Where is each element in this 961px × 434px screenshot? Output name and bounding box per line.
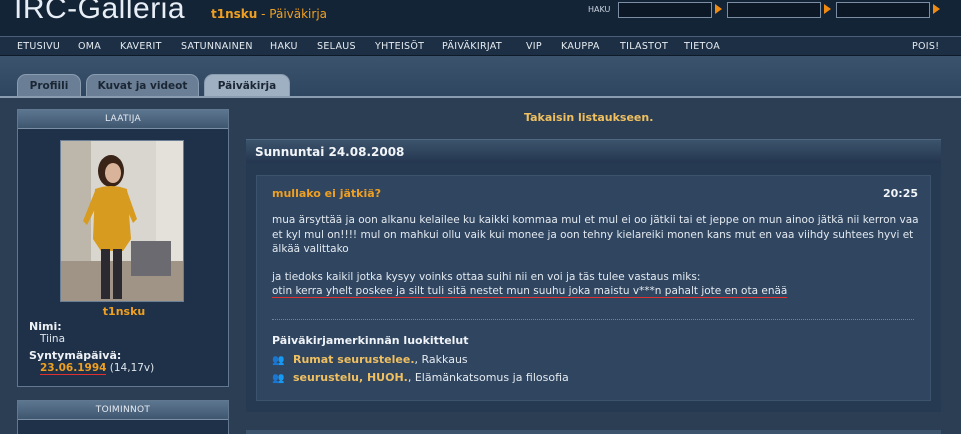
- category-row-2: 👥 seurustelu, HUOH., Elämänkatsomus ja fi…: [272, 371, 569, 384]
- search-input-2[interactable]: [727, 2, 821, 18]
- entry-divider: [272, 319, 914, 320]
- nav-item-oma[interactable]: OMA: [78, 41, 101, 52]
- tab-kuvat-ja-videot[interactable]: Kuvat ja videot: [86, 74, 199, 96]
- people-icon: 👥: [272, 355, 285, 366]
- category-rest-2: , Elämänkatsomus ja filosofia: [407, 371, 569, 384]
- author-box-title: LAATIJA: [18, 110, 228, 129]
- nav-item-kaverit[interactable]: KAVERIT: [120, 41, 162, 52]
- main-nav: ETUSIVU OMA KAVERIT SATUNNAINEN HAKU SEL…: [0, 36, 961, 56]
- tab-paivakirja[interactable]: Päiväkirja: [204, 74, 290, 96]
- category-rest-1: , Rakkaus: [414, 353, 468, 366]
- category-row-1: 👥 Rumat seurustelee., Rakkaus: [272, 353, 468, 366]
- next-section-edge: [246, 430, 941, 434]
- search-input-3[interactable]: [836, 2, 930, 18]
- nav-item-selaus[interactable]: SELAUS: [317, 41, 356, 52]
- search-input-1[interactable]: [618, 2, 712, 18]
- entry-paragraph-1: mua ärsyttää ja oon alkanu kelailee ku k…: [272, 214, 919, 255]
- back-to-list-link[interactable]: Takaisin listaukseen.: [524, 111, 653, 124]
- entry-date-header: Sunnuntai 24.08.2008: [246, 139, 941, 163]
- categories-title: Päiväkirjamerkinnän luokittelut: [272, 334, 469, 347]
- name-label: Nimi:: [29, 320, 62, 333]
- profile-photo-image: [61, 141, 183, 301]
- profile-nickname[interactable]: t1nsku: [18, 305, 230, 318]
- category-link-2[interactable]: seurustelu, HUOH.: [293, 371, 408, 384]
- entry-time: 20:25: [882, 187, 918, 200]
- breadcrumb-section: Päiväkirja: [269, 7, 328, 21]
- people-icon: 👥: [272, 373, 285, 384]
- entry-wrapper: mullako ei jätkiä? 20:25 mua ärsyttää ja…: [246, 163, 941, 412]
- nav-item-satunnainen[interactable]: SATUNNAINEN: [181, 41, 253, 52]
- nav-item-tilastot[interactable]: TILASTOT: [620, 41, 668, 52]
- tab-underline: [0, 96, 961, 98]
- nav-item-paivakirjat[interactable]: PÄIVÄKIRJAT: [442, 41, 502, 52]
- breadcrumb-separator: -: [257, 7, 270, 21]
- site-logo[interactable]: IRC-Galleria: [14, 0, 185, 26]
- birthday-value[interactable]: 23.06.1994: [40, 362, 107, 375]
- search-go-icon-3[interactable]: [933, 4, 940, 14]
- logout-link[interactable]: POIS!: [912, 41, 939, 52]
- birthday-label: Syntymäpäivä:: [29, 349, 122, 362]
- nav-item-vip[interactable]: VIP: [526, 41, 542, 52]
- entry-paragraph-2-line-2-wrap: otin kerra yhelt poskee ja silt tuli sit…: [272, 284, 922, 299]
- category-link-1[interactable]: Rumat seurustelee.: [293, 353, 415, 366]
- profile-photo[interactable]: [60, 140, 184, 302]
- diary-entry: mullako ei jätkiä? 20:25 mua ärsyttää ja…: [256, 175, 931, 401]
- entry-paragraph-2-line-1: ja tiedoks kaikil jotka kysyy voinks ott…: [272, 271, 701, 283]
- nav-item-kauppa[interactable]: KAUPPA: [561, 41, 600, 52]
- search-go-icon-1[interactable]: [715, 4, 722, 14]
- author-box: LAATIJA t1nsku Nimi: Tiina Syntymäpäivä:…: [17, 109, 229, 387]
- name-value: Tiina: [40, 333, 66, 345]
- breadcrumb: t1nsku - Päiväkirja: [211, 7, 327, 21]
- nav-item-etusivu[interactable]: ETUSIVU: [17, 41, 60, 52]
- nav-item-yhteisot[interactable]: YHTEISÖT: [375, 41, 424, 52]
- entry-title[interactable]: mullako ei jätkiä?: [272, 187, 381, 200]
- search-go-icon-2[interactable]: [824, 4, 831, 14]
- actions-box-title: TOIMINNOT: [18, 401, 228, 420]
- entry-paragraph-2-line-2: otin kerra yhelt poskee ja silt tuli sit…: [272, 285, 788, 298]
- breadcrumb-username[interactable]: t1nsku: [211, 7, 257, 21]
- nav-item-haku[interactable]: HAKU: [270, 41, 298, 52]
- search-label: HAKU: [588, 5, 611, 14]
- tab-profiili[interactable]: Profiili: [17, 74, 81, 96]
- birthday-row: 23.06.1994 (14,17v): [40, 362, 155, 375]
- actions-box: TOIMINNOT: [17, 400, 229, 434]
- header: IRC-Galleria t1nsku - Päiväkirja HAKU: [0, 0, 961, 36]
- nav-item-tietoa[interactable]: TIETOA: [684, 41, 720, 52]
- age-value: (14,17v): [109, 362, 155, 374]
